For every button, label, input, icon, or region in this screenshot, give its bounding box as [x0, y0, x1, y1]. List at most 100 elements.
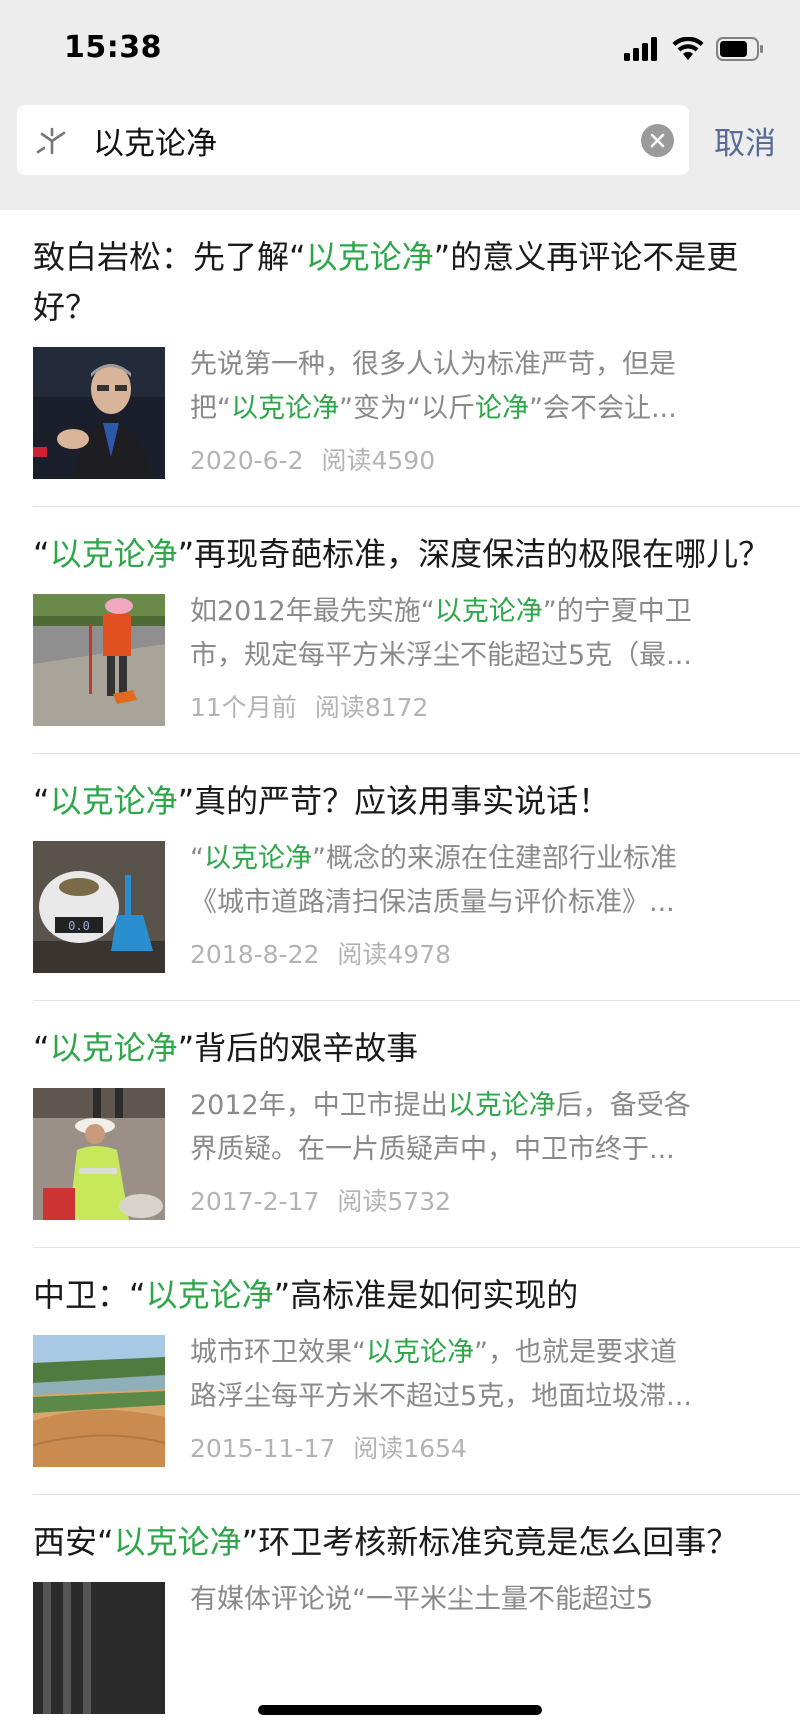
result-title[interactable]: “以克论净”背后的艰辛故事 — [33, 1023, 773, 1073]
text-segment: “ — [190, 843, 204, 874]
wifi-icon — [672, 37, 704, 60]
text-segment: 西安“ — [33, 1523, 114, 1561]
result-meta: 2017-2-17 阅读5732 — [190, 1182, 451, 1218]
result-item[interactable]: “以克论净”背后的艰辛故事 2012年，中卫市提出以克论净后，备受各 界质疑。在一片… — [0, 1001, 800, 1248]
keyword-highlight: 以克论净 — [434, 596, 543, 627]
text-segment: ”高标准是如何实现的 — [273, 1276, 579, 1314]
result-thumbnail[interactable] — [33, 1582, 165, 1714]
clear-button[interactable] — [641, 124, 674, 157]
clear-icon — [650, 133, 665, 148]
text-segment: ”概念的来源在住建部行业标准 — [312, 843, 677, 874]
publish-date: 2015-11-17 — [190, 1434, 336, 1463]
result-body: 0.0 “以克论净”概念的来源在住建部行业标准《城市道路清扫保洁质量与评价标准》.… — [33, 841, 773, 973]
home-indicator — [258, 1705, 542, 1715]
keyword-highlight: 以克论净 — [49, 535, 178, 573]
result-title[interactable]: “以克论净”再现奇葩标准，深度保洁的极限在哪儿？ — [33, 529, 773, 579]
text-segment: 界质疑。在一片质疑声中，中卫市终于... — [190, 1134, 675, 1165]
publish-date: 2017-2-17 — [190, 1187, 320, 1216]
description-line: 2012年，中卫市提出以克论净后，备受各 — [190, 1084, 773, 1128]
svg-text:0.0: 0.0 — [68, 919, 90, 933]
result-item[interactable]: 中卫：“以克论净”高标准是如何实现的 城市环卫效果“以克论净”，也就是要求道 路浮尘… — [0, 1248, 800, 1495]
text-segment: ”变为“以斤 — [339, 393, 475, 424]
search-input[interactable] — [93, 118, 633, 162]
result-item[interactable]: 致白岩松：先了解“以克论净”的意义再评论不是更好？ 先说第一种，很多人认为标准严苛… — [0, 210, 800, 507]
text-segment: 如2012年最先实施“ — [190, 596, 435, 627]
publish-date: 11个月前 — [190, 693, 297, 722]
result-thumbnail[interactable] — [33, 594, 165, 726]
text-segment: 致白岩松：先了解“ — [33, 238, 306, 276]
text-segment: ”环卫考核新标准究竟是怎么回事？ — [241, 1523, 739, 1561]
text-segment: 《城市道路清扫保洁质量与评价标准》... — [190, 887, 675, 918]
publish-date: 2018-8-22 — [190, 940, 320, 969]
result-thumbnail[interactable]: 0.0 — [33, 841, 165, 973]
result-body: 2012年，中卫市提出以克论净后，备受各界质疑。在一片质疑声中，中卫市终于...… — [33, 1088, 773, 1220]
keyword-highlight: 以克论净 — [447, 1090, 556, 1121]
text-segment: “ — [33, 782, 50, 820]
text-segment: 城市环卫效果“ — [190, 1337, 366, 1368]
publish-date: 2020-6-2 — [190, 446, 304, 475]
description-line: 把“以克论净”变为“以斤论净”会不会让... — [190, 387, 773, 431]
result-body: 如2012年最先实施“以克论净”的宁夏中卫市，规定每平方米浮尘不能超过5克（最.… — [33, 594, 773, 726]
description-line: 有媒体评论说“一平米尘土量不能超过5 — [190, 1578, 773, 1622]
text-segment: 把“ — [190, 393, 231, 424]
status-time: 15:38 — [64, 30, 162, 65]
result-body: 先说第一种，很多人认为标准严苛，但是把“以克论净”变为“以斤论净”会不会让...… — [33, 347, 773, 479]
cancel-button[interactable]: 取消 — [714, 118, 776, 163]
result-title[interactable]: 中卫：“以克论净”高标准是如何实现的 — [33, 1270, 773, 1320]
search-box[interactable] — [17, 105, 689, 175]
text-segment: 2012年，中卫市提出 — [190, 1090, 448, 1121]
keyword-highlight: 以克论净 — [366, 1337, 474, 1368]
result-thumbnail[interactable] — [33, 1335, 165, 1467]
result-title[interactable]: 西安“以克论净”环卫考核新标准究竟是怎么回事？ — [33, 1517, 773, 1567]
text-segment: ”真的严苛？应该用事实说话！ — [177, 782, 611, 820]
text-segment: ”背后的艰辛故事 — [177, 1029, 419, 1067]
text-segment: 后，备受各 — [555, 1090, 691, 1121]
keyword-highlight: 以克论净 — [145, 1276, 274, 1314]
text-segment: ”再现奇葩标准，深度保洁的极限在哪儿？ — [177, 535, 771, 573]
keyword-highlight: 以克论净 — [204, 843, 312, 874]
read-count: 阅读5732 — [337, 1187, 452, 1216]
result-thumbnail[interactable] — [33, 1088, 165, 1220]
result-description: “以克论净”概念的来源在住建部行业标准《城市道路清扫保洁质量与评价标准》... — [190, 837, 773, 925]
text-segment: ”，也就是要求道 — [474, 1337, 677, 1368]
result-meta: 2018-8-22 阅读4978 — [190, 935, 451, 971]
result-title[interactable]: “以克论净”真的严苛？应该用事实说话！ — [33, 776, 773, 826]
keyword-highlight: 以克论净 — [49, 1029, 178, 1067]
result-item[interactable]: “以克论净”真的严苛？应该用事实说话！ 0.0 “以克论净”概念的来源在住建部行业标… — [0, 754, 800, 1001]
description-line: 路浮尘每平方米不超过5克，地面垃圾滞... — [190, 1375, 773, 1419]
result-title[interactable]: 致白岩松：先了解“以克论净”的意义再评论不是更好？ — [33, 232, 773, 332]
result-item[interactable]: “以克论净”再现奇葩标准，深度保洁的极限在哪儿？ 如2012年最先实施“以克论净”… — [0, 507, 800, 754]
text-segment: ”会不会让... — [528, 393, 677, 424]
result-description: 如2012年最先实施“以克论净”的宁夏中卫市，规定每平方米浮尘不能超过5克（最.… — [190, 590, 773, 678]
result-description: 城市环卫效果“以克论净”，也就是要求道路浮尘每平方米不超过5克，地面垃圾滞... — [190, 1331, 773, 1419]
read-count: 阅读8172 — [314, 693, 429, 722]
status-icons — [624, 34, 764, 64]
results-list: 致白岩松：先了解“以克论净”的意义再评论不是更好？ 先说第一种，很多人认为标准严苛… — [0, 210, 800, 1731]
result-meta: 2015-11-17 阅读1654 — [190, 1429, 467, 1465]
text-segment: 中卫：“ — [33, 1276, 146, 1314]
text-segment: “ — [33, 535, 50, 573]
result-item[interactable]: 西安“以克论净”环卫考核新标准究竟是怎么回事？ 有媒体评论说“一平米尘土量不能超过… — [0, 1495, 800, 1731]
read-count: 阅读4590 — [321, 446, 436, 475]
search-header: 15:38 以克论净 取消 — [0, 0, 800, 210]
result-description: 2012年，中卫市提出以克论净后，备受各界质疑。在一片质疑声中，中卫市终于... — [190, 1084, 773, 1172]
text-segment: 先说第一种，很多人认为标准严苛，但是 — [190, 349, 676, 380]
result-body: 有媒体评论说“一平米尘土量不能超过5 — [33, 1582, 773, 1714]
description-line: “以克论净”概念的来源在住建部行业标准 — [190, 837, 773, 881]
keyword-highlight: 以克论净 — [305, 238, 434, 276]
text-segment: 市，规定每平方米浮尘不能超过5克（最... — [190, 640, 692, 671]
signal-icon — [624, 37, 657, 61]
result-meta: 2020-6-2 阅读4590 — [190, 441, 435, 477]
description-line: 如2012年最先实施“以克论净”的宁夏中卫 — [190, 590, 773, 634]
description-line: 《城市道路清扫保洁质量与评价标准》... — [190, 881, 773, 925]
result-body: 城市环卫效果“以克论净”，也就是要求道路浮尘每平方米不超过5克，地面垃圾滞...… — [33, 1335, 773, 1467]
keyword-highlight: 以克论净 — [113, 1523, 242, 1561]
text-segment: ”的宁夏中卫 — [542, 596, 692, 627]
battery-icon — [716, 37, 763, 61]
read-count: 阅读1654 — [353, 1434, 467, 1463]
description-line: 界质疑。在一片质疑声中，中卫市终于... — [190, 1128, 773, 1172]
text-segment: “ — [33, 1029, 50, 1067]
result-thumbnail[interactable] — [33, 347, 165, 479]
description-line: 市，规定每平方米浮尘不能超过5克（最... — [190, 634, 773, 678]
result-meta: 11个月前 阅读8172 — [190, 688, 428, 724]
